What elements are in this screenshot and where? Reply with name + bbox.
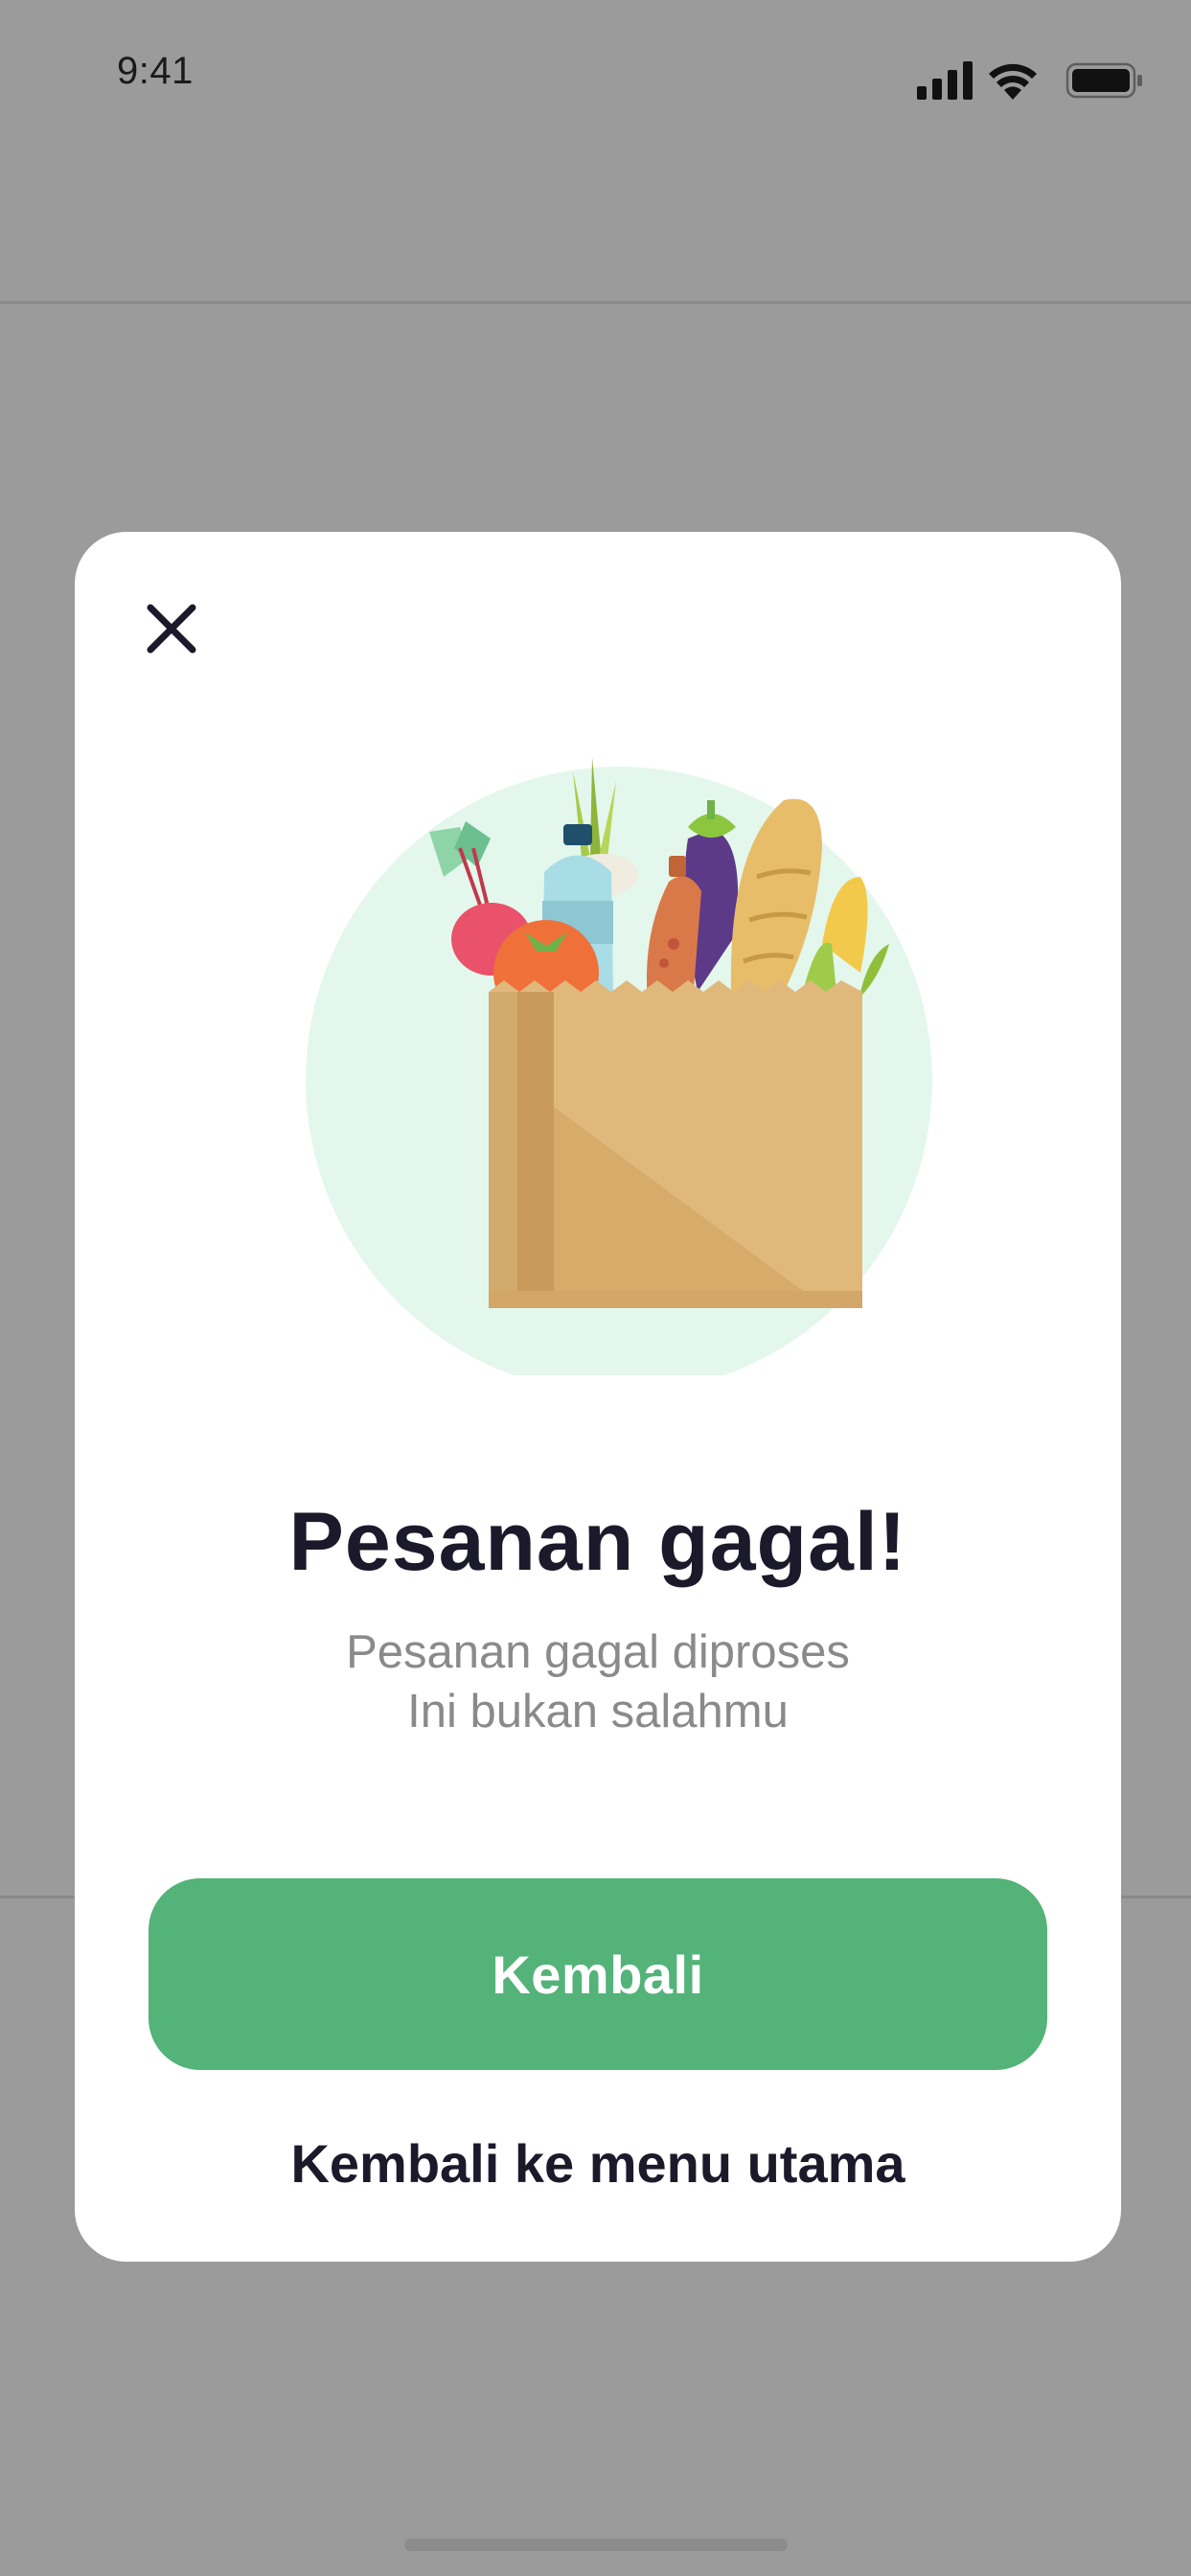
home-indicator[interactable] — [404, 2539, 788, 2551]
back-to-main-menu-link[interactable]: Kembali ke menu utama — [75, 2132, 1121, 2195]
status-icons — [917, 59, 1147, 102]
wifi-icon — [989, 63, 1037, 100]
subtitle-line-2: Ini bukan salahmu — [407, 1686, 789, 1737]
signal-icon — [917, 61, 973, 100]
close-icon — [147, 604, 196, 654]
modal-title: Pesanan gagal! — [288, 1496, 907, 1588]
battery-icon — [1065, 62, 1142, 99]
order-failed-modal: Pesanan gagal! Pesanan gagal diproses In… — [75, 532, 1121, 2262]
grocery-bag-illustration — [286, 704, 956, 1393]
subtitle-line-1: Pesanan gagal diproses — [346, 1626, 850, 1678]
status-bar: 9:41 — [0, 0, 1191, 153]
back-button[interactable]: Kembali — [149, 1878, 1047, 2070]
close-button[interactable] — [134, 591, 209, 666]
modal-subtitle: Pesanan gagal diproses Ini bukan salahmu — [75, 1622, 1121, 1741]
header-divider — [0, 301, 1191, 304]
status-time: 9:41 — [117, 50, 194, 92]
